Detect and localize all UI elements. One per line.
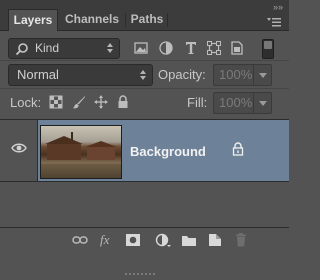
type-layer-filter-icon[interactable] [183, 40, 199, 56]
thumb-building [85, 141, 117, 160]
panel-menu-icon[interactable] [267, 17, 281, 27]
fill-dropdown-button[interactable] [253, 93, 271, 113]
thumb-ground [41, 164, 121, 178]
layer-thumbnail [40, 125, 122, 179]
pixel-layer-filter-icon[interactable] [133, 40, 149, 56]
layer-lock-icon [232, 142, 244, 156]
filter-kind-label: Kind [35, 41, 60, 55]
divider [0, 88, 289, 89]
layer-name[interactable]: Background [130, 144, 206, 159]
opacity-dropdown-button[interactable] [253, 65, 271, 85]
blend-mode-select[interactable]: Normal [8, 64, 153, 86]
filter-toggle-knob [264, 41, 272, 49]
bottom-toolbar: fx [0, 227, 289, 253]
tab-layers[interactable]: Layers [8, 9, 58, 31]
panel-resize-grip[interactable] [125, 262, 165, 275]
chevron-updown-icon [140, 70, 146, 80]
adjustment-layer-icon[interactable] [155, 233, 171, 247]
visibility-cell[interactable] [0, 119, 38, 182]
new-layer-icon[interactable] [207, 233, 223, 247]
search-icon [15, 43, 28, 56]
new-group-icon[interactable] [181, 233, 197, 247]
fill-field[interactable]: 100% [213, 92, 272, 114]
layers-panel: »» Layers Channels Paths Kind Normal Opa… [0, 0, 289, 275]
lock-image-pixels-icon[interactable] [72, 95, 86, 109]
tab-separator [125, 13, 126, 27]
filter-kind-select[interactable]: Kind [8, 38, 120, 59]
thumb-building [45, 136, 83, 160]
filter-toggle-switch[interactable] [262, 39, 274, 59]
blend-mode-label: Normal [17, 67, 59, 82]
delete-layer-icon[interactable] [233, 233, 249, 247]
opacity-label: Opacity: [158, 67, 206, 82]
tab-paths[interactable]: Paths [129, 9, 165, 30]
shape-layer-filter-icon[interactable] [206, 40, 222, 56]
chevron-updown-icon [107, 43, 113, 53]
lock-transparent-pixels-icon[interactable] [49, 95, 63, 109]
tab-separator [167, 13, 168, 27]
divider [0, 60, 289, 61]
lock-label: Lock: [10, 95, 42, 110]
collapse-panel-icon[interactable]: »» [273, 2, 283, 12]
link-layers-icon[interactable] [72, 233, 88, 247]
adjustment-layer-filter-icon[interactable] [158, 40, 174, 56]
opacity-field[interactable]: 100% [213, 64, 272, 86]
tab-bar: »» Layers Channels Paths [0, 0, 289, 31]
fill-label: Fill: [187, 95, 208, 110]
smart-object-filter-icon[interactable] [229, 40, 245, 56]
tab-channels[interactable]: Channels [61, 9, 123, 30]
layer-mask-icon[interactable] [125, 233, 141, 247]
eye-icon[interactable] [11, 142, 27, 154]
lock-all-icon[interactable] [116, 95, 130, 109]
fill-value: 100% [219, 95, 253, 110]
layer-style-icon[interactable]: fx [100, 232, 109, 248]
opacity-value: 100% [219, 67, 253, 82]
lock-position-icon[interactable] [94, 95, 108, 109]
layer-row-background[interactable]: Background [38, 119, 289, 182]
